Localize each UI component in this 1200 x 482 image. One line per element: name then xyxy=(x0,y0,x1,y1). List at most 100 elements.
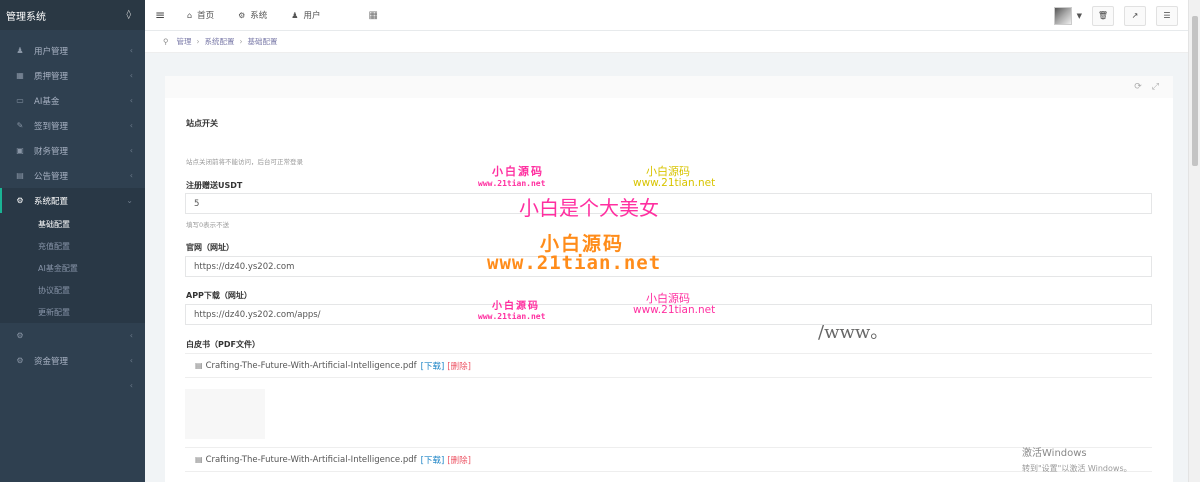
map-marker-icon: ⚲ xyxy=(163,37,169,46)
sidebar-subitem[interactable]: 充值配置 xyxy=(0,235,145,257)
top-right-tools: ▼ 🗑 ↗ ☰ xyxy=(1053,0,1188,31)
sidebar-submenu: 基础配置 充值配置 AI基金配置 协议配置 更新配置 xyxy=(0,213,145,323)
top-tabs: ⌂ 首页 ⚙ 系统 ♟ 用户 xyxy=(175,0,332,31)
sidebar-subitem[interactable]: 协议配置 xyxy=(0,279,145,301)
watermark-text: www.21tian.net xyxy=(633,177,716,189)
expand-icon[interactable]: ⤢ xyxy=(1152,82,1159,92)
top-tab[interactable]: ♟ 用户 xyxy=(279,0,332,31)
register-usdt-help: 填写0表示不送 xyxy=(186,221,230,229)
upload-placeholder[interactable] xyxy=(185,389,265,439)
watermark-text: www.21tian.net xyxy=(487,252,662,274)
sidebar-subitem[interactable]: 基础配置 xyxy=(0,213,145,235)
file-name: Crafting-The-Future-With-Artificial-Inte… xyxy=(205,360,417,371)
os-activation-title: 激活Windows xyxy=(1022,448,1087,459)
sidebar-menu: ♟ 用户管理 ‹ ▦ 质押管理 ‹ ▭ AI基金 ‹ ✎ 签到管理 ‹ ▣ 财务管理 ‹ ▤ 公告管理 ‹ ⚙ 系统配… xyxy=(0,38,145,398)
scrollbar-thumb[interactable] xyxy=(1192,16,1198,166)
download-link[interactable]: [下载] xyxy=(421,454,445,466)
sidebar-item-label: 系统配置 xyxy=(34,196,69,207)
sidebar-item[interactable]: ▣ 财务管理 ‹ xyxy=(0,138,145,163)
breadcrumb: ⚲ 管理 › 系统配置 › 基础配置 xyxy=(145,31,1188,53)
watermark-text: 小白是个大美女 xyxy=(519,196,659,220)
sidebar-subitem[interactable]: AI基金配置 xyxy=(0,257,145,279)
sidebar-item[interactable]: ▦ 质押管理 ‹ xyxy=(0,63,145,88)
brand: 管理系统 ◊ xyxy=(0,0,145,30)
brand-title: 管理系统 xyxy=(6,11,46,23)
trash-icon[interactable]: 🗑 xyxy=(1092,5,1114,26)
sidebar-item-label: 用户管理 xyxy=(34,46,69,57)
sidebar-item[interactable]: ⚙ ‹ xyxy=(0,323,145,348)
whitepaper-label: 白皮书（PDF文件） xyxy=(186,340,260,349)
top-tab-label: 系统 xyxy=(250,11,268,21)
sidebar-item[interactable]: ▤ 公告管理 ‹ xyxy=(0,163,145,188)
watermark-text: www.21tian.net xyxy=(633,304,716,316)
money-icon: ▣ xyxy=(16,146,24,155)
sidebar-item[interactable]: ♟ 用户管理 ‹ xyxy=(0,38,145,63)
delete-link[interactable]: [删除] xyxy=(447,454,471,466)
refresh-icon[interactable]: ⟳ xyxy=(1134,82,1142,92)
chevron-icon: ‹ xyxy=(129,331,133,340)
sidebar-item-label: AI基金 xyxy=(34,96,60,107)
chevron-icon: ‹ xyxy=(129,71,133,80)
sidebar-item[interactable]: ▭ AI基金 ‹ xyxy=(0,88,145,113)
delete-link[interactable]: [删除] xyxy=(447,360,471,372)
top-tab[interactable]: ⚙ 系统 xyxy=(226,0,279,31)
menu-toggle-icon[interactable]: ≡ xyxy=(145,8,175,22)
top-tab-label: 首页 xyxy=(197,11,215,21)
breadcrumb-item-3[interactable]: 基础配置 xyxy=(248,36,278,47)
grid-icon[interactable]: ▦ xyxy=(368,10,377,21)
sidebar-item-label: 资金管理 xyxy=(34,356,69,367)
user-menu[interactable]: ▼ xyxy=(1053,6,1082,25)
sidebar-item-label: 质押管理 xyxy=(34,71,69,82)
vertical-scrollbar[interactable] xyxy=(1188,0,1200,482)
chevron-icon: ⌄ xyxy=(126,196,133,205)
file-row: ▤ Crafting-The-Future-With-Artificial-In… xyxy=(185,447,1152,472)
card-header: ⟳ ⤢ xyxy=(165,76,1173,98)
server-icon[interactable]: ☰ xyxy=(1156,5,1178,26)
config-form-card: ⟳ ⤢ 站点开关 站点关闭前将不能访问，后台可正常登录 注册赠送USDT 5 填… xyxy=(165,76,1173,482)
chevron-icon: ‹ xyxy=(129,146,133,155)
gear-icon: ⚙ xyxy=(238,10,246,20)
breadcrumb-item-1[interactable]: 管理 xyxy=(177,36,192,47)
desktop-icon: ▭ xyxy=(16,96,24,105)
top-tab[interactable]: ⌂ 首页 xyxy=(175,0,226,31)
file-name: Crafting-The-Future-With-Artificial-Inte… xyxy=(205,454,417,465)
register-usdt-label: 注册赠送USDT xyxy=(186,181,243,190)
file-row: ▤ Crafting-The-Future-With-Artificial-In… xyxy=(185,353,1152,378)
watermark-text: /www。 xyxy=(818,322,889,343)
edit-icon: ✎ xyxy=(16,121,24,130)
sidebar-item[interactable]: ⚙ 系统配置 ⌄ xyxy=(0,188,145,213)
sidebar-item[interactable]: ✎ 签到管理 ‹ xyxy=(0,113,145,138)
external-link-icon[interactable]: ↗ xyxy=(1124,5,1146,26)
top-navbar: ≡ ⌂ 首页 ⚙ 系统 ♟ 用户 ▦ ▼ 🗑 ↗ ☰ xyxy=(145,0,1188,31)
register-usdt-input[interactable]: 5 xyxy=(185,193,1152,214)
chevron-icon: ‹ xyxy=(129,46,133,55)
sidebar: 管理系统 ◊ ♟ 用户管理 ‹ ▦ 质押管理 ‹ ▭ AI基金 ‹ ✎ 签到管理 ‹ ▣ 财务管理 ‹ ▤ 公告… xyxy=(0,0,145,482)
top-tab-label: 用户 xyxy=(303,11,321,21)
home-icon: ⌂ xyxy=(187,10,193,20)
sidebar-item[interactable]: ⚙ 资金管理 ‹ xyxy=(0,348,145,373)
chevron-icon: ‹ xyxy=(129,356,133,365)
watermark-text: 小白源码 xyxy=(492,301,540,312)
chevron-icon: ‹ xyxy=(129,121,133,130)
download-link[interactable]: [下载] xyxy=(421,360,445,372)
gear-icon: ⚙ xyxy=(16,356,24,365)
calendar-icon: ▤ xyxy=(16,171,24,180)
watermark-text: 小白源码 xyxy=(492,165,544,178)
app-download-label: APP下载（网址） xyxy=(186,291,252,300)
chevron-icon: ‹ xyxy=(129,381,133,390)
chevron-down-icon[interactable]: ▼ xyxy=(1077,12,1082,20)
site-switch-help: 站点关闭前将不能访问，后台可正常登录 xyxy=(186,158,303,166)
website-input[interactable]: https://dz40.ys202.com xyxy=(185,256,1152,277)
sidebar-item[interactable]: ‹ xyxy=(0,373,145,398)
gears-icon: ⚙ xyxy=(16,196,24,205)
sidebar-subitem[interactable]: 更新配置 xyxy=(0,301,145,323)
chevron-icon: ‹ xyxy=(129,171,133,180)
sidebar-item-label: 公告管理 xyxy=(34,171,69,182)
avatar[interactable] xyxy=(1053,6,1072,25)
user-icon: ♟ xyxy=(291,10,299,20)
droplet-icon[interactable]: ◊ xyxy=(127,10,131,20)
breadcrumb-item-2[interactable]: 系统配置 xyxy=(205,36,235,47)
user-icon: ♟ xyxy=(16,46,24,55)
chevron-icon: ‹ xyxy=(129,96,133,105)
sidebar-item-label: 签到管理 xyxy=(34,121,69,132)
